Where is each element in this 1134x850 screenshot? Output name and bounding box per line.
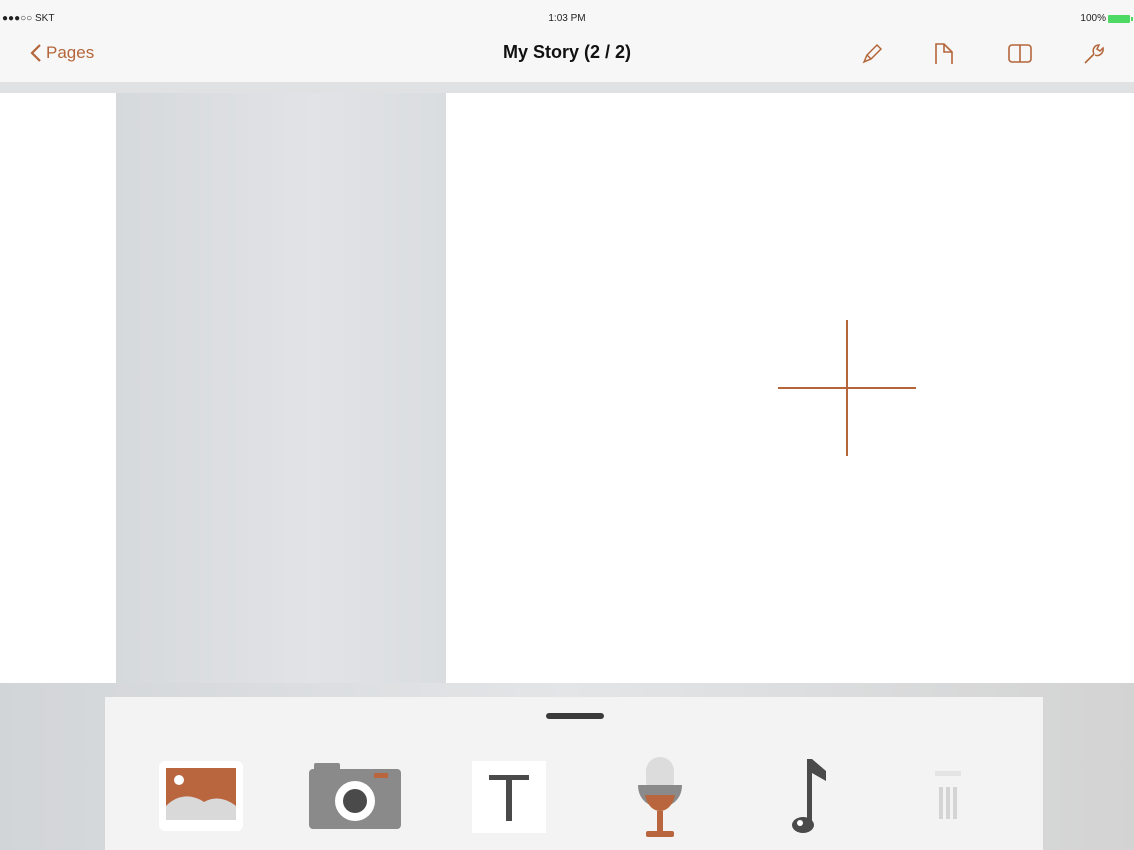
chevron-left-icon — [30, 44, 41, 62]
page-thumbnail-strip — [0, 93, 116, 683]
battery-indicator: 100% — [1080, 13, 1133, 24]
page-icon[interactable] — [930, 40, 958, 68]
camera-icon[interactable] — [308, 761, 402, 831]
pen-icon[interactable] — [858, 40, 886, 68]
navigation-bar: Pages My Story (2 / 2) — [0, 26, 1134, 83]
photo-library-icon[interactable] — [158, 760, 244, 832]
microphone-icon[interactable] — [635, 755, 685, 841]
trash-icon[interactable] — [931, 767, 965, 827]
page-divider-area — [116, 93, 446, 683]
status-time: 1:03 PM — [548, 13, 586, 24]
back-button[interactable]: Pages — [30, 43, 94, 63]
back-button-label: Pages — [46, 43, 95, 62]
media-toolbar — [105, 697, 1043, 850]
battery-icon — [1108, 14, 1133, 23]
page-title: My Story (2 / 2) — [502, 42, 632, 62]
split-view-icon[interactable] — [1006, 40, 1034, 68]
drawer-handle[interactable] — [546, 713, 604, 719]
plus-icon[interactable] — [778, 320, 916, 456]
battery-percent: 100% — [1080, 13, 1106, 24]
status-bar: ●●●○○ SKT 1:03 PM 100% — [0, 0, 1134, 26]
wrench-icon[interactable] — [1080, 40, 1108, 68]
text-icon[interactable] — [472, 761, 546, 833]
music-note-icon[interactable] — [788, 757, 832, 839]
